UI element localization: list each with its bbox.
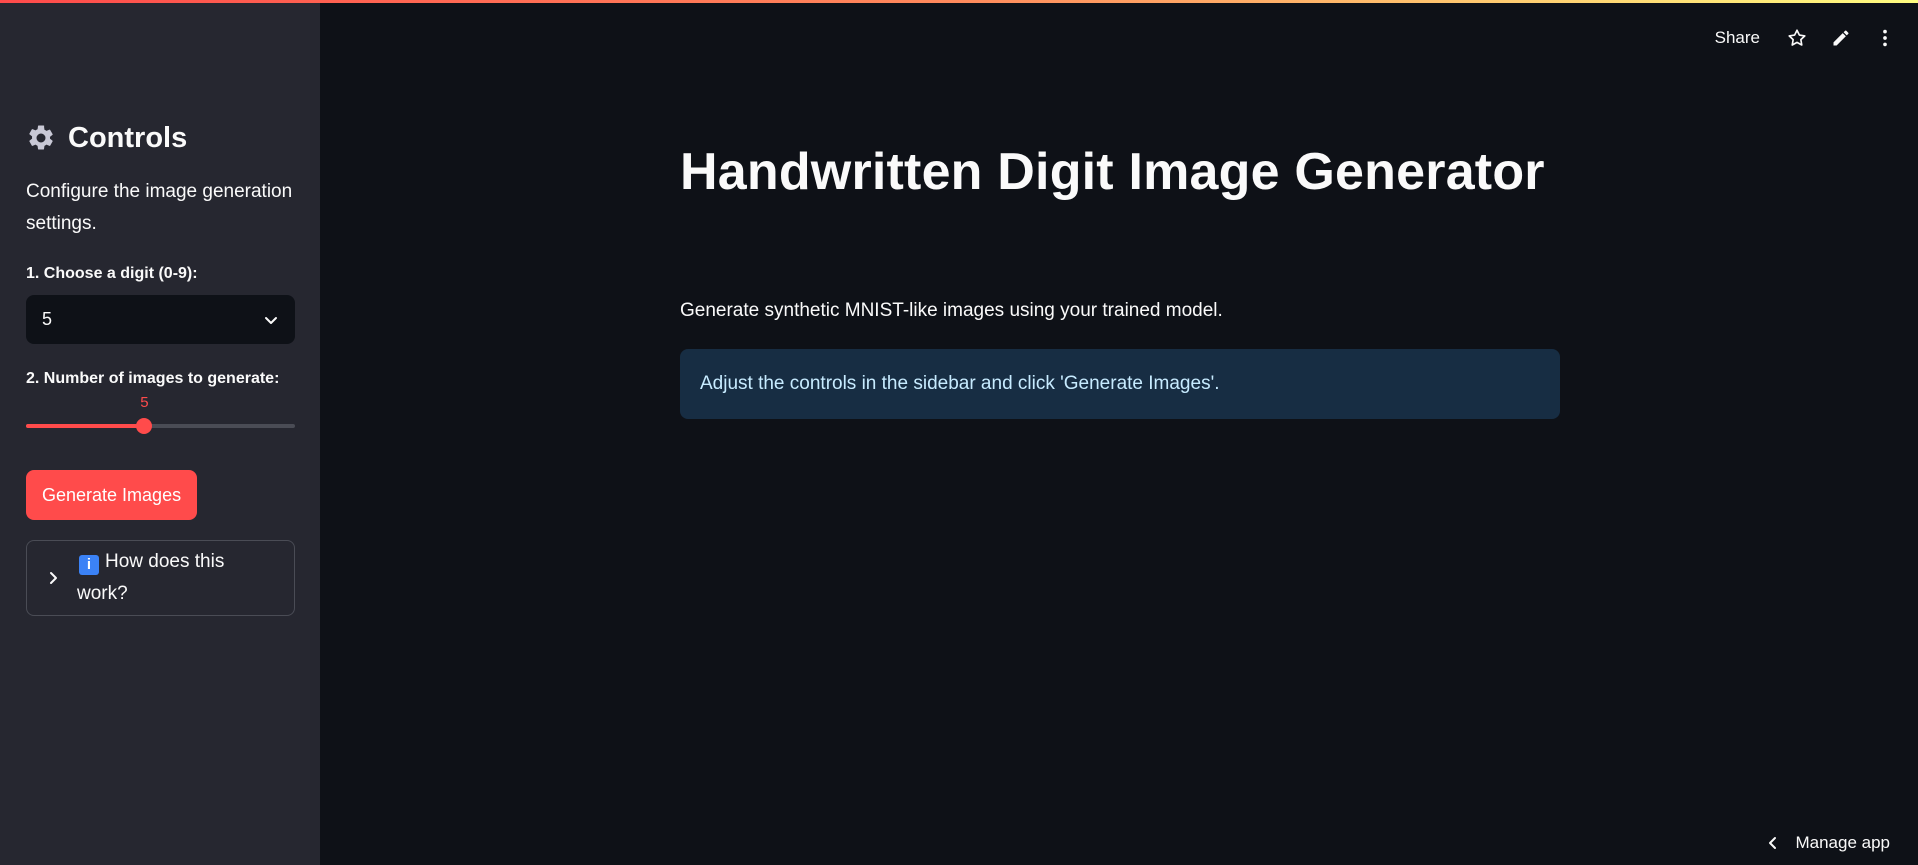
page-title: Handwritten Digit Image Generator — [680, 143, 1545, 201]
chevron-right-icon — [43, 568, 63, 588]
chevron-down-icon — [263, 312, 279, 328]
header-actions: Share — [1715, 24, 1896, 52]
count-slider[interactable]: 5 — [26, 392, 295, 434]
expander-label-text: How does this work? — [77, 551, 225, 604]
slider-value-label: 5 — [140, 394, 149, 411]
slider-track[interactable] — [26, 418, 295, 434]
count-slider-label: 2. Number of images to generate: — [26, 370, 280, 387]
sidebar-description: Configure the image generation settings. — [26, 181, 293, 234]
expander-label: i How does this work? — [77, 546, 257, 610]
info-icon: i — [79, 555, 99, 575]
chevron-left-icon — [1765, 835, 1781, 851]
edit-icon[interactable] — [1830, 27, 1852, 49]
slider-thumb[interactable] — [136, 418, 153, 434]
digit-select-value: 5 — [42, 309, 53, 329]
generate-images-button[interactable]: Generate Images — [26, 470, 198, 520]
share-button[interactable]: Share — [1715, 28, 1760, 48]
gear-icon — [26, 123, 56, 153]
sidebar-title: Controls — [26, 118, 187, 158]
top-decoration-stripe — [0, 0, 1918, 3]
slider-fill — [26, 424, 145, 428]
sidebar-title-text: Controls — [68, 121, 188, 154]
info-alert: Adjust the controls in the sidebar and c… — [680, 349, 1560, 419]
page-subtitle: Generate synthetic MNIST-like images usi… — [680, 300, 1223, 321]
star-icon[interactable] — [1786, 27, 1808, 49]
digit-select[interactable]: 5 — [26, 295, 295, 344]
digit-select-label: 1. Choose a digit (0-9): — [26, 265, 198, 282]
more-vertical-icon[interactable] — [1874, 27, 1896, 49]
manage-app-button[interactable]: Manage app — [1765, 833, 1890, 853]
sidebar: Controls Configure the image generation … — [0, 0, 320, 865]
info-alert-text: Adjust the controls in the sidebar and c… — [700, 373, 1220, 394]
manage-app-label: Manage app — [1795, 833, 1890, 852]
how-it-works-expander[interactable]: i How does this work? — [26, 540, 295, 616]
